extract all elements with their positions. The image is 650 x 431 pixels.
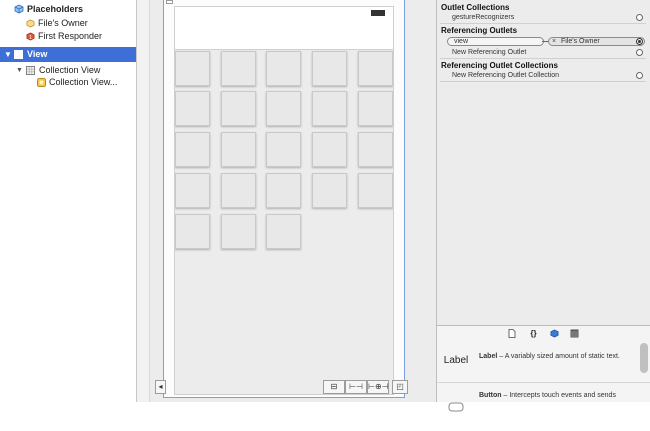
resolve-icon: ⊢⊕⊣ xyxy=(368,382,389,391)
collection-cell[interactable] xyxy=(266,214,301,249)
button-object-icon xyxy=(437,391,475,431)
outline-toggle-button[interactable]: ◂ xyxy=(155,380,166,394)
collection-cell[interactable] xyxy=(175,173,210,208)
library-item-button[interactable]: Button – Intercepts touch events and sen… xyxy=(437,383,650,423)
collection-cell[interactable] xyxy=(312,91,347,126)
collection-cell[interactable] xyxy=(175,214,210,249)
outlet-collections-heading: Outlet Collections xyxy=(441,3,510,12)
outline-scroll-gutter xyxy=(137,0,150,402)
new-referencing-outlet-collection-label: New Referencing Outlet Collection xyxy=(452,72,559,79)
collection-view[interactable] xyxy=(174,50,394,395)
divider xyxy=(440,81,646,82)
outline-placeholders[interactable]: Placeholders xyxy=(0,3,136,16)
outline-first-responder-label: First Responder xyxy=(38,31,103,41)
view-outlet-label: view xyxy=(454,38,469,45)
collection-cell[interactable] xyxy=(221,132,256,167)
collection-cell-icon xyxy=(37,78,46,87)
resizing-icon: ◰ xyxy=(396,382,404,391)
collection-cell[interactable] xyxy=(312,173,347,208)
collection-cell[interactable] xyxy=(175,91,210,126)
library-item-title: Label xyxy=(479,353,498,360)
code-snippet-icon[interactable]: {} xyxy=(529,329,538,338)
collection-cell[interactable] xyxy=(312,51,347,86)
collection-cell[interactable] xyxy=(266,173,301,208)
remove-connection-icon[interactable]: × xyxy=(552,37,556,46)
library-item-desc: – Intercepts touch events and sends xyxy=(501,392,616,399)
scene-handle[interactable] xyxy=(166,0,173,4)
collection-view-icon xyxy=(26,66,35,75)
new-referencing-outlet-circle[interactable] xyxy=(636,49,643,56)
document-outline: Placeholders File's Owner 1 First Respon… xyxy=(0,0,137,402)
collection-cell[interactable] xyxy=(175,51,210,86)
collection-cell[interactable] xyxy=(221,173,256,208)
library-item-title: Button xyxy=(479,392,502,399)
collection-cell[interactable] xyxy=(221,214,256,249)
status-bar-area xyxy=(174,6,394,50)
library-tab-bar: {} xyxy=(437,325,650,343)
gesture-recognizers-label: gestureRecognizers xyxy=(452,14,515,21)
collection-cell[interactable] xyxy=(358,173,393,208)
pin-icon: ⊢⊣ xyxy=(349,382,363,391)
collection-cell[interactable] xyxy=(312,132,347,167)
align-icon: ⊟ xyxy=(330,382,338,391)
collection-cell[interactable] xyxy=(266,132,301,167)
cube-icon xyxy=(14,4,24,14)
collection-cell[interactable] xyxy=(221,91,256,126)
collection-cell[interactable] xyxy=(175,132,210,167)
library-item-desc: – A variably sized amount of static text… xyxy=(497,353,620,360)
pin-button[interactable]: ⊢⊣ xyxy=(345,380,367,394)
media-library-icon[interactable] xyxy=(570,329,579,338)
resizing-button[interactable]: ◰ xyxy=(392,380,408,394)
outline-placeholders-label: Placeholders xyxy=(27,4,84,14)
outline-view[interactable]: ▼ View xyxy=(0,47,136,62)
collection-cell[interactable] xyxy=(358,51,393,86)
align-button[interactable]: ⊟ xyxy=(323,380,345,394)
gesture-recognizers-connect-circle[interactable] xyxy=(636,14,643,21)
collection-cell[interactable] xyxy=(358,91,393,126)
referencing-outlet-collections-heading: Referencing Outlet Collections xyxy=(441,61,558,70)
disclosure-triangle-icon: ▼ xyxy=(4,50,12,59)
library-scrollbar-thumb[interactable] xyxy=(640,343,648,373)
sidebar-toggle-icon: ◂ xyxy=(158,382,163,391)
view-icon xyxy=(14,50,23,59)
resolve-button[interactable]: ⊢⊕⊣ xyxy=(367,380,389,394)
library-item-label[interactable]: Label Label – A variably sized amount of… xyxy=(437,342,650,382)
divider xyxy=(440,58,646,59)
library-item-description: Button – Intercepts touch events and sen… xyxy=(479,391,639,401)
referencing-outlets-heading: Referencing Outlets xyxy=(441,26,518,35)
outline-files-owner[interactable]: File's Owner xyxy=(0,17,136,30)
library-item-description: Label – A variably sized amount of stati… xyxy=(479,352,639,362)
object-library-icon[interactable] xyxy=(550,329,559,338)
collection-cell[interactable] xyxy=(266,51,301,86)
collection-cell[interactable] xyxy=(358,132,393,167)
placeholder-cube-icon xyxy=(26,19,35,28)
label-object-icon: Label xyxy=(443,355,469,366)
outline-collection-view-cell[interactable]: Collection View... xyxy=(0,76,136,89)
outline-view-label: View xyxy=(27,49,48,59)
new-referencing-outlet-label: New Referencing Outlet xyxy=(452,49,527,56)
collection-cell[interactable] xyxy=(266,91,301,126)
outline-files-owner-label: File's Owner xyxy=(38,18,88,28)
new-referencing-outlet-collection-circle[interactable] xyxy=(636,72,643,79)
file-template-icon[interactable] xyxy=(507,329,516,338)
outline-first-responder[interactable]: 1 First Responder xyxy=(0,30,136,43)
divider xyxy=(440,23,646,24)
files-owner-target-label: File's Owner xyxy=(561,38,600,45)
collection-cell[interactable] xyxy=(221,51,256,86)
outline-collection-view-cell-label: Collection View... xyxy=(49,77,118,87)
view-outlet-connected-circle[interactable] xyxy=(636,38,643,45)
battery-icon xyxy=(371,10,385,16)
canvas-bottom-bar: ◂ ⊟ ⊢⊣ ⊢⊕⊣ ◰ xyxy=(150,378,436,402)
first-responder-icon: 1 xyxy=(26,32,35,41)
svg-text:1: 1 xyxy=(29,35,32,41)
object-library-list: Label Label – A variably sized amount of… xyxy=(437,342,650,412)
